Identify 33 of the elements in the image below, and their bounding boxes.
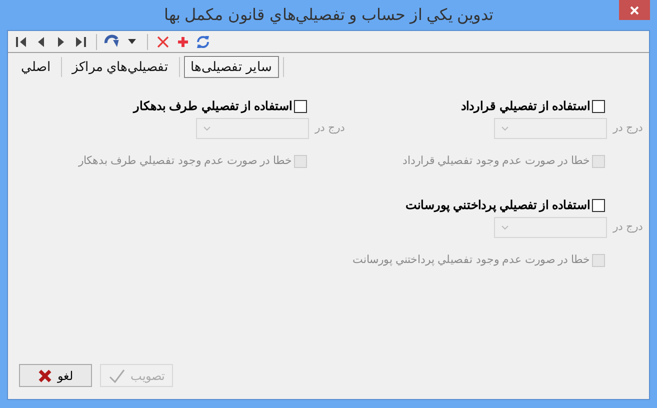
previous-record-icon[interactable] [37, 36, 45, 48]
checkbox-label: استفاده از تفصيلي پرداختني پورسانت [406, 197, 590, 214]
field-label: درج در [612, 220, 643, 235]
field-label: درج در [612, 121, 643, 136]
tab[interactable]: اصلي [11, 56, 61, 78]
add-icon[interactable] [178, 36, 188, 46]
checkbox[interactable] [294, 100, 307, 112]
checkbox-label: خطا در صورت عدم وجود تفصيلي پرداختني پورسانت [352, 252, 590, 268]
checkbox-label: استفاده از تفصيلي طرف بدهكار [134, 98, 292, 115]
checkbox-label: خطا در صورت عدم وجود تفصيلي طرف بدهكار [78, 154, 292, 169]
tab[interactable]: سایر تفصیلی‌ها [184, 56, 280, 78]
dropdown-caret-icon[interactable] [128, 39, 136, 44]
close-button[interactable] [619, 0, 650, 20]
checkbox-label: استفاده از تفصيلي قرارداد [460, 98, 590, 115]
window-title: تدوين يكي از حساب و تفصيلي‌هاي قانون مكمل بها [164, 6, 493, 26]
cross-icon [38, 368, 52, 382]
field-label: درج در [314, 121, 345, 136]
refresh-icon[interactable] [196, 34, 210, 48]
last-record-icon[interactable] [75, 36, 87, 48]
chevron-down-icon [500, 224, 509, 230]
close-icon [630, 6, 639, 14]
tab[interactable]: تفصيلي‌هاي مراكز [62, 56, 179, 78]
checkmark-icon [108, 368, 124, 382]
checkbox[interactable] [592, 198, 605, 212]
cancel-button[interactable]: لغو [19, 364, 92, 387]
chevron-down-icon [500, 126, 509, 130]
delete-icon[interactable] [157, 36, 169, 48]
chevron-down-icon [202, 126, 211, 130]
checkbox[interactable] [592, 100, 605, 112]
checkbox-label: خطا در صورت عدم وجود تفصيلي قرارداد [402, 154, 590, 169]
first-record-icon[interactable] [15, 36, 27, 48]
curved-arrow-icon[interactable] [104, 34, 120, 50]
next-record-icon[interactable] [57, 36, 65, 48]
